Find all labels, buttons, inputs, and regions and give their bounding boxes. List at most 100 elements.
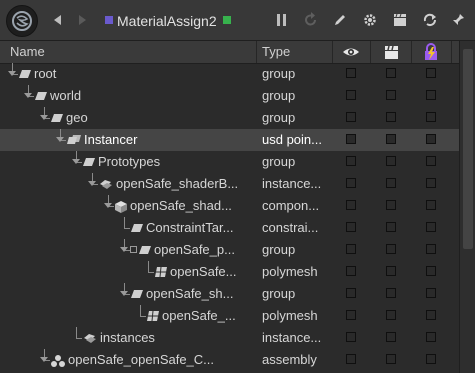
expand-arrow-icon[interactable] (88, 181, 96, 186)
para-icon (130, 222, 144, 234)
scrollbar-thumb[interactable] (463, 49, 473, 249)
tree-row[interactable]: openSafe_... polymesh (0, 305, 459, 327)
node-name: root (34, 66, 57, 81)
toolbar: MaterialAssign2 (0, 0, 475, 41)
lock-checkbox[interactable] (426, 266, 436, 276)
visibility-checkbox[interactable] (346, 354, 356, 364)
tree-row[interactable]: geo group (0, 107, 459, 129)
lock-checkbox[interactable] (426, 200, 436, 210)
visibility-checkbox[interactable] (346, 222, 356, 232)
tree-row[interactable]: world group (0, 85, 459, 107)
render-checkbox[interactable] (386, 134, 396, 144)
pause-icon[interactable] (274, 12, 290, 28)
expand-arrow-icon[interactable] (56, 137, 64, 142)
node-name: openSafe_shaderB... (116, 176, 239, 191)
node-name: openSafe_openSafe_C... (68, 352, 215, 367)
expand-arrow-icon[interactable] (104, 203, 112, 208)
visibility-checkbox[interactable] (346, 266, 356, 276)
render-checkbox[interactable] (386, 354, 396, 364)
tree-row[interactable]: ConstraintTar... constrai... (0, 217, 459, 239)
lock-checkbox[interactable] (426, 178, 436, 188)
refresh-icon[interactable] (303, 12, 319, 28)
render-checkbox[interactable] (386, 90, 396, 100)
gear-icon[interactable] (362, 12, 378, 28)
expand-arrow-icon[interactable] (120, 247, 128, 252)
lock-checkbox[interactable] (426, 112, 436, 122)
visibility-checkbox[interactable] (346, 90, 356, 100)
node-type: constrai... (262, 220, 319, 235)
tree-row[interactable]: openSafe_p... group (0, 239, 459, 261)
pencil-icon[interactable] (332, 12, 348, 28)
forward-arrow-icon[interactable] (74, 12, 90, 28)
expand-arrow-icon[interactable] (24, 93, 32, 98)
lock-checkbox[interactable] (426, 90, 436, 100)
tree-row[interactable]: openSafe_sh... group (0, 283, 459, 305)
visibility-checkbox[interactable] (346, 244, 356, 254)
pin-icon[interactable] (450, 12, 466, 28)
visibility-checkbox[interactable] (346, 200, 356, 210)
render-checkbox[interactable] (386, 332, 396, 342)
tree-row[interactable]: instances instance... (0, 327, 459, 349)
lock-lightning-icon[interactable] (422, 43, 440, 64)
render-checkbox[interactable] (386, 112, 396, 122)
tree-connector-line (148, 261, 149, 272)
visibility-checkbox[interactable] (346, 288, 356, 298)
tree-row[interactable]: openSafe_shaderB... instance... (0, 173, 459, 195)
node-name: openSafe_shad... (130, 198, 232, 213)
expand-arrow-icon[interactable] (8, 71, 16, 76)
render-checkbox[interactable] (386, 178, 396, 188)
tree-row[interactable]: Instancer usd poin... (0, 129, 459, 151)
app-logo-icon[interactable] (6, 5, 38, 37)
name-column-header[interactable]: Name (10, 41, 45, 63)
visibility-checkbox[interactable] (346, 134, 356, 144)
visibility-checkbox[interactable] (346, 332, 356, 342)
render-checkbox[interactable] (386, 288, 396, 298)
lock-checkbox[interactable] (426, 244, 436, 254)
render-checkbox[interactable] (386, 68, 396, 78)
lock-checkbox[interactable] (426, 134, 436, 144)
render-checkbox[interactable] (386, 200, 396, 210)
expand-arrow-icon[interactable] (120, 291, 128, 296)
tree-row[interactable]: openSafe_shad... compon... (0, 195, 459, 217)
render-clapboard-icon[interactable] (383, 44, 401, 63)
inst-icon (82, 332, 96, 344)
render-checkbox[interactable] (386, 156, 396, 166)
clapboard-icon[interactable] (392, 12, 408, 28)
lock-checkbox[interactable] (426, 288, 436, 298)
vertical-scrollbar[interactable] (459, 41, 475, 373)
cycle-arrows-icon[interactable] (422, 12, 438, 28)
visibility-checkbox[interactable] (346, 68, 356, 78)
back-arrow-icon[interactable] (50, 12, 66, 28)
lock-checkbox[interactable] (426, 354, 436, 364)
tree-row[interactable]: root group (0, 63, 459, 85)
collapse-box-icon[interactable] (130, 246, 137, 253)
tree-row[interactable]: Prototypes group (0, 151, 459, 173)
visibility-checkbox[interactable] (346, 178, 356, 188)
type-column-header[interactable]: Type (262, 41, 290, 63)
lock-checkbox[interactable] (426, 156, 436, 166)
lock-checkbox[interactable] (426, 332, 436, 342)
node-name: Prototypes (98, 154, 161, 169)
expand-arrow-icon[interactable] (40, 357, 48, 362)
lock-checkbox[interactable] (426, 310, 436, 320)
render-checkbox[interactable] (386, 222, 396, 232)
tree-row[interactable]: openSafe_openSafe_C... assembly (0, 349, 459, 371)
visibility-checkbox[interactable] (346, 112, 356, 122)
expand-arrow-icon[interactable] (72, 159, 80, 164)
node-name: instances (100, 330, 155, 345)
render-checkbox[interactable] (386, 244, 396, 254)
tree-row[interactable]: openSafe... polymesh (0, 261, 459, 283)
visibility-checkbox[interactable] (346, 156, 356, 166)
para-icon (82, 156, 96, 168)
expand-arrow-icon[interactable] (40, 115, 48, 120)
node-status-swatch (223, 16, 231, 24)
render-checkbox[interactable] (386, 266, 396, 276)
node-name: world (50, 88, 82, 103)
visibility-checkbox[interactable] (346, 310, 356, 320)
render-checkbox[interactable] (386, 310, 396, 320)
mesh-icon (154, 266, 168, 278)
visibility-eye-icon[interactable] (342, 44, 360, 63)
para-icon (18, 68, 32, 80)
lock-checkbox[interactable] (426, 222, 436, 232)
lock-checkbox[interactable] (426, 68, 436, 78)
